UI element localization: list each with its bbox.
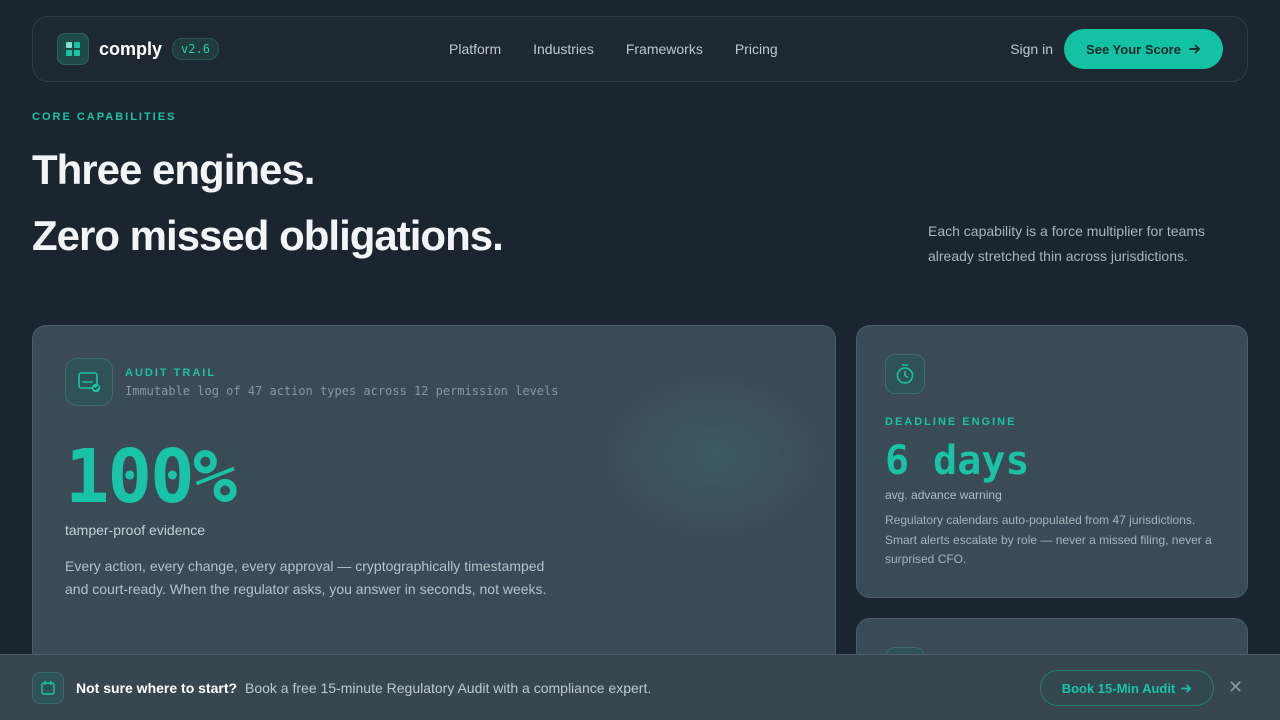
see-your-score-button[interactable]: See Your Score (1064, 29, 1223, 69)
version-badge: v2.6 (172, 38, 219, 60)
banner-text: Book a free 15-minute Regulatory Audit w… (245, 680, 652, 696)
close-icon[interactable]: ✕ (1228, 677, 1243, 697)
arrow-right-icon (1189, 44, 1200, 54)
deadline-engine-card: DEADLINE ENGINE 6 days avg. advance warn… (856, 325, 1248, 598)
nav-link-industries[interactable]: Industries (533, 41, 594, 57)
nav-links: Platform Industries Frameworks Pricing (449, 17, 778, 81)
book-audit-button[interactable]: Book 15-Min Audit (1040, 670, 1214, 706)
section-title-line-2: Zero missed obligations. (32, 212, 504, 259)
banner-headline: Not sure where to start? (76, 680, 238, 696)
section-eyebrow: CORE CAPABILITIES (32, 111, 177, 123)
nav-link-frameworks[interactable]: Frameworks (626, 41, 703, 57)
audit-stat-caption: tamper-proof evidence (65, 522, 206, 538)
sign-in-link[interactable]: Sign in (1010, 41, 1053, 57)
see-your-score-label: See Your Score (1086, 41, 1181, 57)
document-check-icon (65, 358, 113, 406)
grid-logo-icon[interactable] (57, 33, 89, 65)
deadline-stat-caption: avg. advance warning (885, 488, 1002, 502)
calendar-icon (32, 672, 64, 704)
deadline-description: Regulatory calendars auto-populated from… (885, 513, 1212, 566)
deadline-kicker: DEADLINE ENGINE (885, 416, 1017, 428)
audit-trail-card: AUDIT TRAIL Immutable log of 47 action t… (32, 325, 836, 685)
section-title-line-1: Three engines. (32, 146, 315, 193)
audit-meta: Immutable log of 47 action types across … (125, 384, 559, 398)
top-nav: comply v2.6 Platform Industries Framewor… (32, 16, 1248, 82)
audit-kicker: AUDIT TRAIL (125, 367, 217, 379)
book-audit-label: Book 15-Min Audit (1061, 680, 1176, 696)
audit-description: Every action, every change, every approv… (65, 558, 547, 597)
audit-stat: 100% (65, 434, 237, 520)
audit-banner: Not sure where to start? Book a free 15-… (0, 654, 1280, 720)
nav-link-platform[interactable]: Platform (449, 41, 501, 57)
section-subcopy: Each capability is a force multiplier fo… (928, 223, 1205, 264)
brand-name[interactable]: comply (99, 39, 162, 60)
deadline-stat: 6 days (885, 438, 1030, 484)
nav-link-pricing[interactable]: Pricing (735, 41, 778, 57)
stopwatch-icon (885, 354, 925, 394)
arrow-right-icon (1181, 683, 1192, 693)
card-glow (593, 366, 833, 546)
